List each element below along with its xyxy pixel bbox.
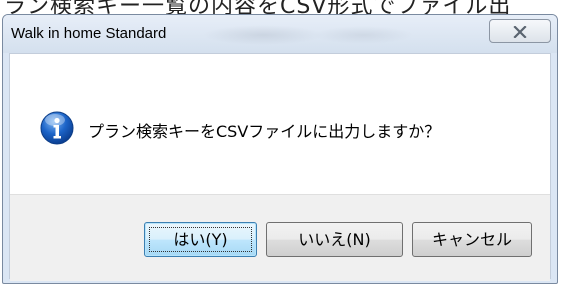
close-icon: [513, 26, 527, 38]
no-button[interactable]: いいえ(N): [266, 222, 403, 257]
yes-button-label: はい(Y): [173, 230, 228, 249]
button-area: はい(Y) いいえ(N) キャンセル: [10, 194, 550, 281]
yes-button[interactable]: はい(Y): [144, 222, 257, 257]
info-icon: [40, 111, 74, 145]
message-area: プラン検索キーをCSVファイルに出力しますか？: [10, 54, 550, 194]
message-dialog: Walk in home Standard プラン検索キーをCSVファイルに出力…: [2, 14, 558, 284]
cancel-button[interactable]: キャンセル: [412, 222, 532, 257]
dialog-content: プラン検索キーをCSVファイルに出力しますか？ はい(Y) いいえ(N) キャン…: [9, 53, 551, 281]
no-button-label: いいえ(N): [298, 230, 371, 249]
title-bar[interactable]: Walk in home Standard: [3, 15, 557, 53]
message-text: プラン検索キーをCSVファイルに出力しますか？: [88, 122, 441, 141]
cancel-button-label: キャンセル: [431, 230, 512, 249]
close-button[interactable]: [489, 19, 551, 43]
dialog-title: Walk in home Standard: [11, 25, 167, 42]
